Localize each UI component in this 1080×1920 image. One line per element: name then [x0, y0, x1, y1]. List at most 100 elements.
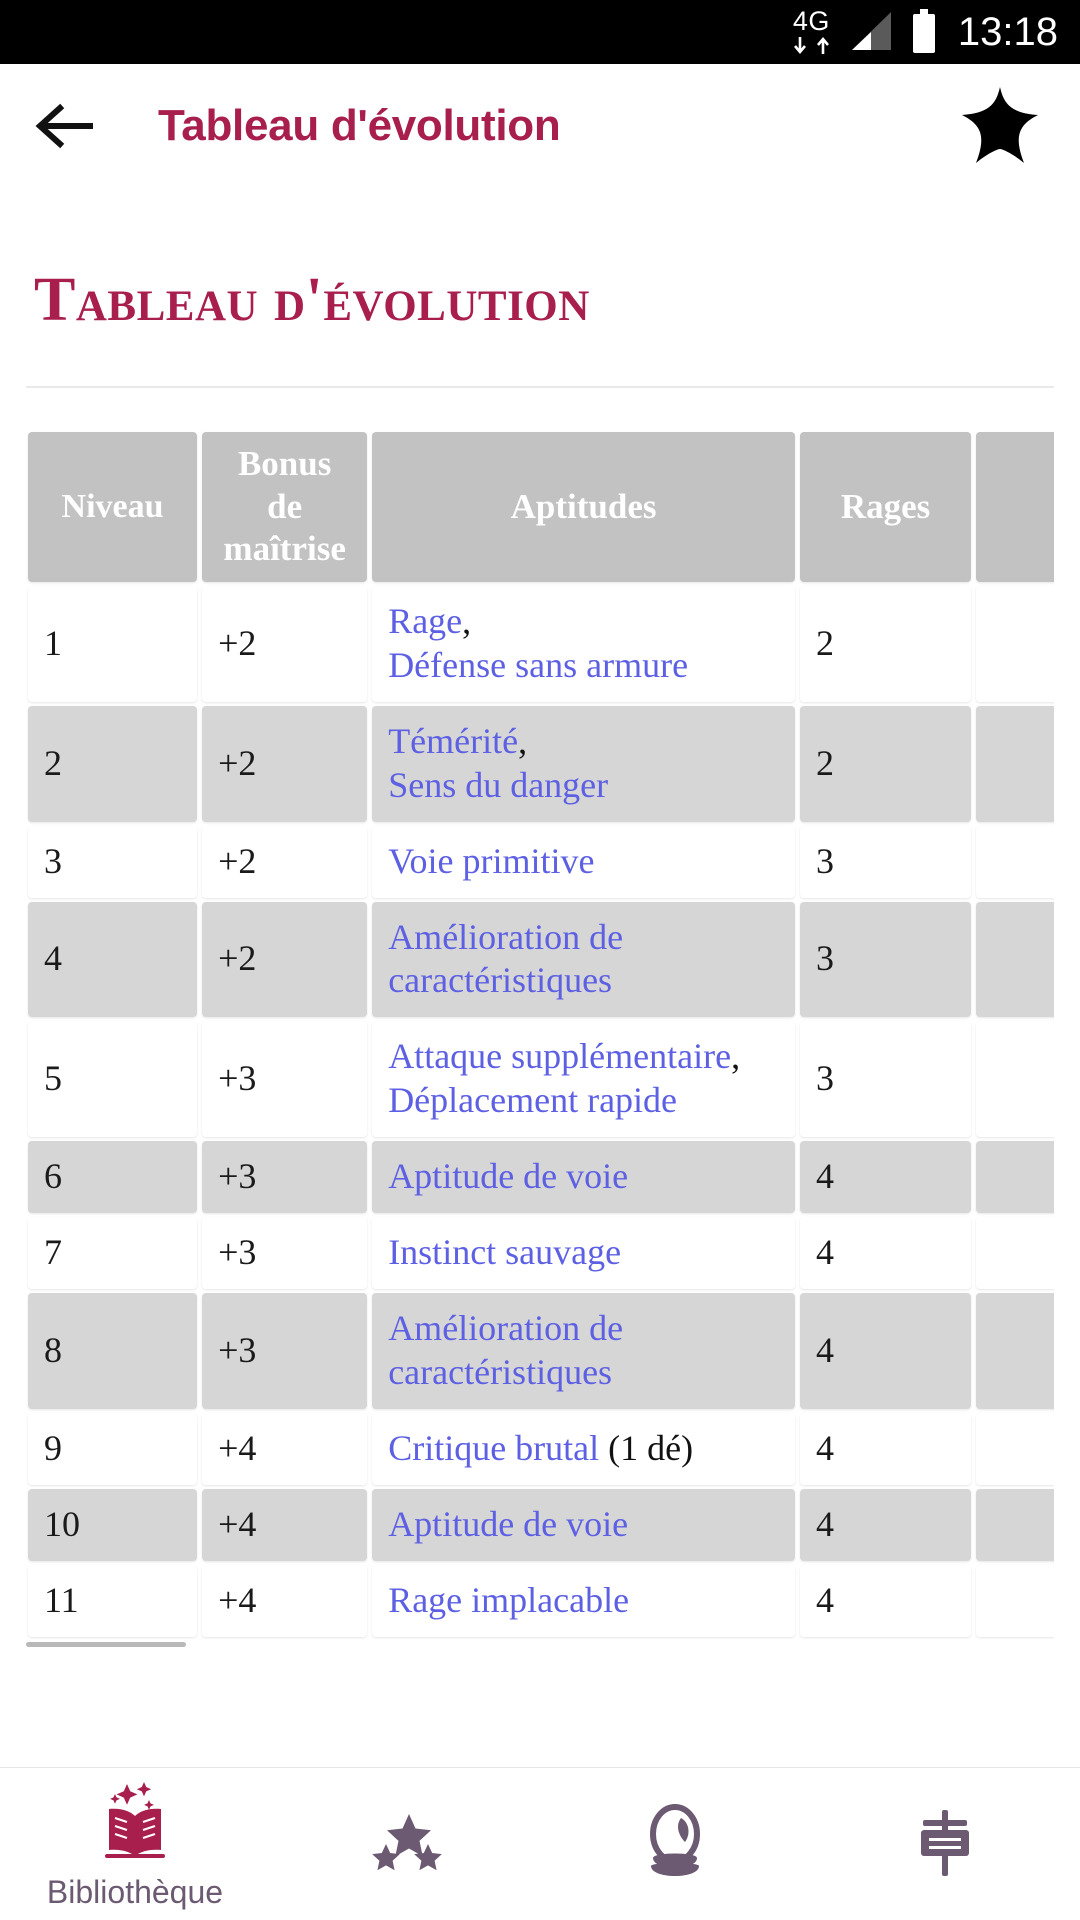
cell-niveau: 2 [28, 705, 198, 822]
cell-rages: 3 [799, 1021, 972, 1138]
cell-rages: 4 [799, 1488, 972, 1561]
cell-bonus-maitrise: +2 [202, 586, 368, 702]
app-bar: Tableau d'évolution [0, 64, 1080, 187]
app-bar-title: Tableau d'évolution [158, 100, 561, 150]
status-clock: 13:18 [957, 9, 1058, 54]
data-down-icon [793, 37, 806, 55]
horizontal-scrollbar[interactable] [26, 1641, 186, 1647]
aptitude-text: , [518, 720, 528, 761]
page-title: Tableau d'évolution [34, 266, 590, 334]
aptitude-link[interactable]: Amélioration de caractéristiques [388, 917, 623, 1001]
cell-degats [976, 1217, 1054, 1289]
aptitude-link[interactable]: Voie primitive [388, 841, 594, 881]
table-body: 1 +2 Rage, Défense sans armure 2 2 +2 Témérité,… [28, 586, 1054, 1637]
arrow-left-icon [35, 103, 93, 148]
cell-rages: 4 [799, 1217, 972, 1289]
table-row: 8 +3 Amélioration de caractéristiques 4 [28, 1292, 1054, 1409]
aptitude-link[interactable]: Instinct sauvage [388, 1232, 621, 1272]
cell-rages: 3 [799, 901, 972, 1018]
table-row: 4 +2 Amélioration de caractéristiques 3 [28, 901, 1054, 1018]
cell-degats [976, 1141, 1054, 1214]
aptitude-link[interactable]: Défense sans armure [388, 645, 688, 685]
cell-niveau: 4 [28, 901, 198, 1018]
aptitude-link[interactable]: Rage [388, 601, 462, 641]
cell-aptitudes: Rage, Défense sans armure [372, 586, 795, 702]
cell-rages: 2 [799, 705, 972, 822]
table-header: Niveau Bonus de maîtrise Aptitudes Rages… [28, 432, 1054, 582]
cell-rages: 3 [799, 825, 972, 898]
aptitude-link[interactable]: Aptitude de voie [388, 1156, 628, 1196]
aptitude-text: , [731, 1036, 741, 1077]
cell-aptitudes: Attaque supplémentaire, Déplacement rapid… [372, 1021, 795, 1138]
bonus-line-2: de [267, 486, 303, 526]
cell-bonus-maitrise: +2 [202, 825, 368, 898]
open-book-stars-icon [105, 1781, 165, 1858]
bonus-line-3: maîtrise [223, 529, 346, 569]
aptitude-link[interactable]: Critique brutal [388, 1428, 599, 1468]
cell-aptitudes: Amélioration de caractéristiques [372, 901, 795, 1018]
cell-degats [976, 1292, 1054, 1409]
back-button[interactable] [34, 100, 118, 152]
nav-item-bibliotheque[interactable]: Bibliothèque [0, 1768, 270, 1920]
table-row: 6 +3 Aptitude de voie 4 [28, 1141, 1054, 1214]
aptitude-link[interactable]: Aptitude de voie [388, 1504, 628, 1544]
cell-degats [976, 901, 1054, 1018]
cell-rages: 4 [799, 1564, 972, 1637]
star-filled-icon [962, 86, 1038, 163]
cell-bonus-maitrise: +3 [202, 1292, 368, 1409]
network-indicator: 4G [791, 8, 832, 56]
cell-aptitudes: Instinct sauvage [372, 1217, 795, 1289]
cell-aptitudes: Critique brutal (1 dé) [372, 1412, 795, 1485]
three-stars-icon [372, 1814, 442, 1871]
cell-degats [976, 705, 1054, 822]
signpost-icon [921, 1810, 969, 1876]
page-content: Tableau d'évolution Niveau Bonus de maît… [0, 265, 1080, 1647]
nav-item-panneau[interactable] [810, 1768, 1080, 1920]
evolution-table-scroll[interactable]: Niveau Bonus de maîtrise Aptitudes Rages… [26, 428, 1054, 1641]
cell-bonus-maitrise: +4 [202, 1488, 368, 1561]
column-header-niveau: Niveau [28, 432, 198, 582]
cell-niveau: 7 [28, 1217, 198, 1289]
aptitude-link[interactable]: Sens du danger [388, 765, 608, 805]
cell-niveau: 5 [28, 1021, 198, 1138]
table-row: 9 +4 Critique brutal (1 dé) 4 [28, 1412, 1054, 1485]
cell-aptitudes: Témérité, Sens du danger [372, 705, 795, 822]
cell-bonus-maitrise: +3 [202, 1217, 368, 1289]
cell-niveau: 6 [28, 1141, 198, 1214]
column-header-bonus-maitrise: Bonus de maîtrise [202, 432, 368, 582]
bottom-navigation: Bibliothèque [0, 1767, 1080, 1920]
table-row: 11 +4 Rage implacable 4 [28, 1564, 1054, 1637]
aptitude-link[interactable]: Rage implacable [388, 1580, 629, 1620]
aptitude-link[interactable]: Attaque supplémentaire [388, 1036, 731, 1076]
cell-niveau: 10 [28, 1488, 198, 1561]
aptitude-link[interactable]: Déplacement rapide [388, 1080, 677, 1120]
table-header-row: Niveau Bonus de maîtrise Aptitudes Rages… [28, 432, 1054, 582]
nav-item-oracle[interactable] [540, 1768, 810, 1920]
aptitude-text: , [462, 601, 472, 641]
cell-aptitudes: Rage implacable [372, 1564, 795, 1637]
cell-bonus-maitrise: +4 [202, 1412, 368, 1485]
cell-degats [976, 1564, 1054, 1637]
cell-niveau: 8 [28, 1292, 198, 1409]
table-row: 3 +2 Voie primitive 3 [28, 825, 1054, 898]
column-header-rages: Rages [799, 432, 972, 582]
nav-item-favoris[interactable] [270, 1768, 540, 1920]
cell-aptitudes: Voie primitive [372, 825, 795, 898]
data-transfer-arrows [791, 36, 832, 56]
cell-rages: 4 [799, 1292, 972, 1409]
cell-bonus-maitrise: +2 [202, 705, 368, 822]
table-row: 10 +4 Aptitude de voie 4 [28, 1488, 1054, 1561]
table-row: 5 +3 Attaque supplémentaire, Déplacement ra… [28, 1021, 1054, 1138]
cell-niveau: 1 [28, 586, 198, 702]
cell-aptitudes: Aptitude de voie [372, 1488, 795, 1561]
cell-bonus-maitrise: +2 [202, 901, 368, 1018]
aptitude-text: (1 dé) [599, 1427, 694, 1468]
cell-niveau: 11 [28, 1564, 198, 1637]
battery-icon [912, 9, 935, 53]
aptitude-link[interactable]: Témérité [388, 721, 518, 761]
data-up-icon [816, 36, 829, 54]
aptitude-link[interactable]: Amélioration de caractéristiques [388, 1308, 623, 1392]
favorite-button[interactable] [954, 85, 1046, 167]
cell-aptitudes: Aptitude de voie [372, 1141, 795, 1214]
network-type-label: 4G [792, 6, 830, 36]
